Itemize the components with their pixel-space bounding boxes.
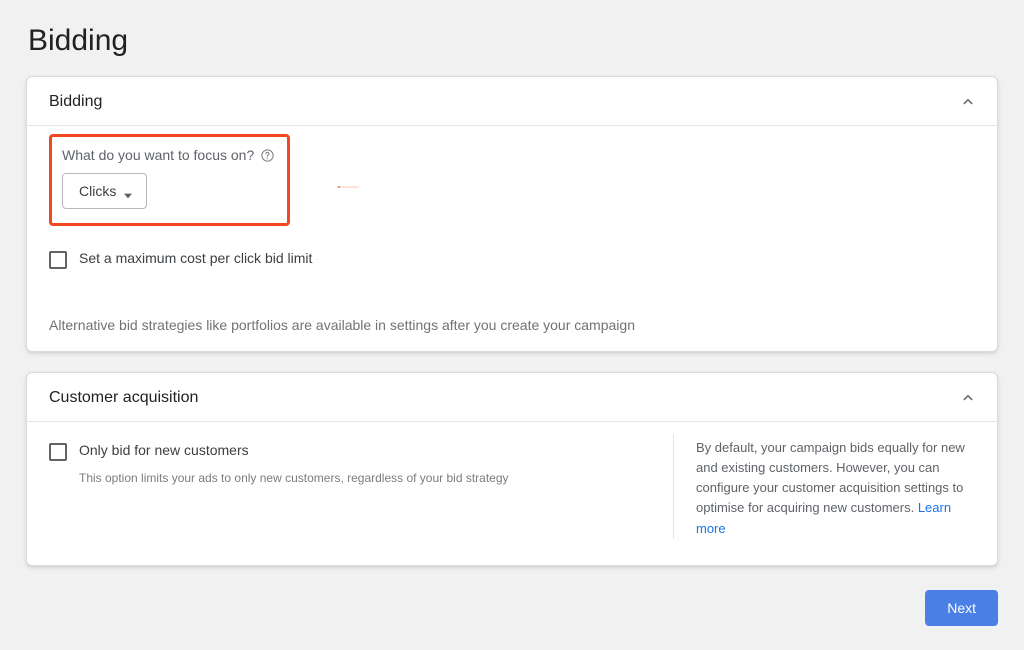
annotation-arrow [283,186,413,188]
max-cpc-checkbox[interactable] [49,251,67,269]
bidding-card-header[interactable]: Bidding [27,77,997,126]
alt-strategies-note: Alternative bid strategies like portfoli… [49,317,975,333]
next-button[interactable]: Next [925,590,998,626]
acquisition-card-header[interactable]: Customer acquisition [27,373,997,422]
card-title: Customer acquisition [49,389,198,407]
bidding-card-body: What do you want to focus on? Clicks [27,126,997,351]
collapse-icon [959,389,977,407]
dropdown-value: Clicks [79,183,116,199]
page-title: Bidding [28,24,1024,58]
help-icon[interactable] [260,148,275,163]
acquisition-info: By default, your campaign bids equally f… [673,434,973,539]
only-new-subtext: This option limits your ads to only new … [79,471,651,485]
only-new-checkbox[interactable] [49,443,67,461]
acquisition-card-body: Only bid for new customers This option l… [27,422,997,565]
focus-label-text: What do you want to focus on? [62,147,254,163]
only-new-label: Only bid for new customers [79,442,249,458]
collapse-icon [959,93,977,111]
max-cpc-row: Set a maximum cost per click bid limit [49,250,975,269]
max-cpc-label: Set a maximum cost per click bid limit [79,250,312,266]
only-new-row: Only bid for new customers [49,442,651,461]
focus-dropdown[interactable]: Clicks [62,173,147,209]
focus-label: What do you want to focus on? [62,147,275,163]
acquisition-card: Customer acquisition Only bid for new cu… [26,372,998,566]
focus-highlight: What do you want to focus on? Clicks [49,134,290,226]
caret-down-icon [124,187,132,195]
bidding-card: Bidding What do you want to focus on? Cl… [26,76,998,352]
card-title: Bidding [49,93,102,111]
